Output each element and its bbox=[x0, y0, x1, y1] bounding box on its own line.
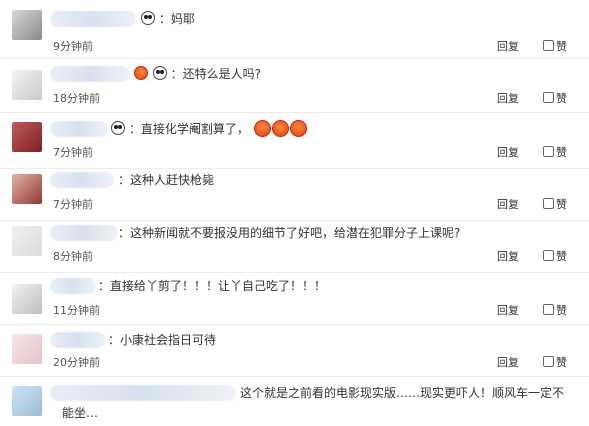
like-button[interactable]: 赞 bbox=[543, 354, 567, 370]
comment-text: 这个就是之前看的电影现实版……现实更吓人！顺风车一定不 bbox=[240, 386, 565, 400]
username-blurred[interactable] bbox=[50, 11, 136, 27]
like-label: 赞 bbox=[556, 250, 567, 263]
like-button[interactable]: 赞 bbox=[543, 196, 567, 212]
comment-text-line: ：还特么是人吗? bbox=[133, 66, 261, 82]
comment-text: ：还特么是人吗? bbox=[170, 67, 262, 81]
like-button[interactable]: 赞 bbox=[543, 248, 567, 264]
comment-item: ：直接化学阉割算了， 7分钟前 回复 赞 bbox=[0, 112, 589, 169]
comment-time: 8分钟前 bbox=[53, 250, 93, 263]
avatar[interactable] bbox=[12, 386, 42, 416]
like-button[interactable]: 赞 bbox=[543, 144, 567, 160]
like-label: 赞 bbox=[556, 40, 567, 53]
comment-text-line: ：直接化学阉割算了， bbox=[110, 120, 307, 137]
comment-text-line: ：这种人赶快枪毙 bbox=[118, 172, 214, 188]
thumbs-up-icon bbox=[543, 146, 554, 157]
thumbs-up-icon bbox=[543, 304, 554, 315]
reply-button[interactable]: 回复 bbox=[497, 196, 519, 212]
username-blurred[interactable] bbox=[50, 66, 130, 82]
like-label: 赞 bbox=[556, 304, 567, 317]
comment-text-line: ：这种新闻就不要报没用的细节了好吧，给潜在犯罪分子上课呢? bbox=[118, 225, 460, 241]
avatar[interactable] bbox=[12, 122, 42, 152]
reply-button[interactable]: 回复 bbox=[497, 144, 519, 160]
panda-emoji-icon bbox=[152, 66, 167, 80]
like-label: 赞 bbox=[556, 92, 567, 105]
comment-time: 20分钟前 bbox=[53, 356, 100, 369]
comment-time: 7分钟前 bbox=[53, 146, 93, 159]
comment-text: ：小康社会指日可待 bbox=[108, 333, 217, 347]
thumbs-up-icon bbox=[543, 356, 554, 367]
username-blurred[interactable] bbox=[50, 172, 114, 188]
like-button[interactable]: 赞 bbox=[543, 90, 567, 106]
comment-text-line: 这个就是之前看的电影现实版……现实更吓人！顺风车一定不 bbox=[240, 385, 564, 401]
thumbs-up-icon bbox=[543, 92, 554, 103]
reply-button[interactable]: 回复 bbox=[497, 38, 519, 54]
avatar[interactable] bbox=[12, 174, 42, 204]
reply-button[interactable]: 回复 bbox=[497, 354, 519, 370]
avatar[interactable] bbox=[12, 10, 42, 40]
comment-time: 9分钟前 bbox=[53, 40, 93, 53]
thumbs-up-icon bbox=[543, 40, 554, 51]
avatar[interactable] bbox=[12, 334, 42, 364]
angry-face-emoji-icon bbox=[271, 120, 289, 137]
comment-item: ：直接给丫剪了！！！让丫自己吃了！！！ 11分钟前 回复 赞 bbox=[0, 272, 589, 325]
thumbs-up-icon bbox=[543, 250, 554, 261]
reply-button[interactable]: 回复 bbox=[497, 248, 519, 264]
like-label: 赞 bbox=[556, 198, 567, 211]
comment-text: 能坐… bbox=[62, 406, 99, 420]
comment-item: ：这种人赶快枪毙 7分钟前 回复 赞 bbox=[0, 168, 589, 221]
comment-item: ：这种新闻就不要报没用的细节了好吧，给潜在犯罪分子上课呢? 8分钟前 回复 赞 bbox=[0, 220, 589, 273]
like-label: 赞 bbox=[556, 146, 567, 159]
username-blurred[interactable] bbox=[50, 121, 108, 137]
angry-face-emoji-icon bbox=[134, 66, 148, 80]
comment-text: ：这种人赶快枪毙 bbox=[118, 173, 215, 187]
thumbs-up-icon bbox=[543, 198, 554, 209]
comment-item: ：妈耶 9分钟前 回复 赞 bbox=[0, 0, 589, 59]
angry-face-emoji-icon bbox=[253, 120, 271, 137]
like-button[interactable]: 赞 bbox=[543, 302, 567, 318]
avatar[interactable] bbox=[12, 284, 42, 314]
panda-emoji-icon bbox=[141, 11, 155, 25]
reply-button[interactable]: 回复 bbox=[497, 90, 519, 106]
comment-text: ：直接给丫剪了！！！让丫自己吃了！！！ bbox=[98, 279, 327, 293]
username-blurred[interactable] bbox=[50, 385, 236, 401]
angry-face-emoji-icon bbox=[289, 120, 307, 137]
comment-time: 11分钟前 bbox=[53, 304, 100, 317]
comment-text-line: ：妈耶 bbox=[140, 11, 195, 27]
avatar[interactable] bbox=[12, 226, 42, 256]
comment-item: 这个就是之前看的电影现实版……现实更吓人！顺风车一定不 能坐… bbox=[0, 376, 589, 426]
panda-emoji-icon bbox=[111, 121, 125, 135]
reply-button[interactable]: 回复 bbox=[497, 302, 519, 318]
username-blurred[interactable] bbox=[50, 225, 118, 241]
comment-text-line: ：小康社会指日可待 bbox=[108, 332, 216, 348]
username-blurred[interactable] bbox=[50, 332, 106, 348]
comment-item: ：小康社会指日可待 20分钟前 回复 赞 bbox=[0, 324, 589, 377]
username-blurred[interactable] bbox=[50, 278, 96, 294]
comment-text-line-2: 能坐… bbox=[62, 405, 98, 421]
comment-time: 7分钟前 bbox=[53, 198, 93, 211]
comment-text: ：这种新闻就不要报没用的细节了好吧，给潜在犯罪分子上课呢? bbox=[118, 226, 461, 240]
comment-text: ：妈耶 bbox=[158, 12, 195, 26]
comment-item: ：还特么是人吗? 18分钟前 回复 赞 bbox=[0, 58, 589, 113]
comment-text: ：直接化学阉割算了， bbox=[128, 122, 249, 136]
avatar[interactable] bbox=[12, 70, 42, 100]
like-button[interactable]: 赞 bbox=[543, 38, 567, 54]
like-label: 赞 bbox=[556, 356, 567, 369]
comment-text-line: ：直接给丫剪了！！！让丫自己吃了！！！ bbox=[98, 278, 326, 294]
comment-time: 18分钟前 bbox=[53, 92, 100, 105]
